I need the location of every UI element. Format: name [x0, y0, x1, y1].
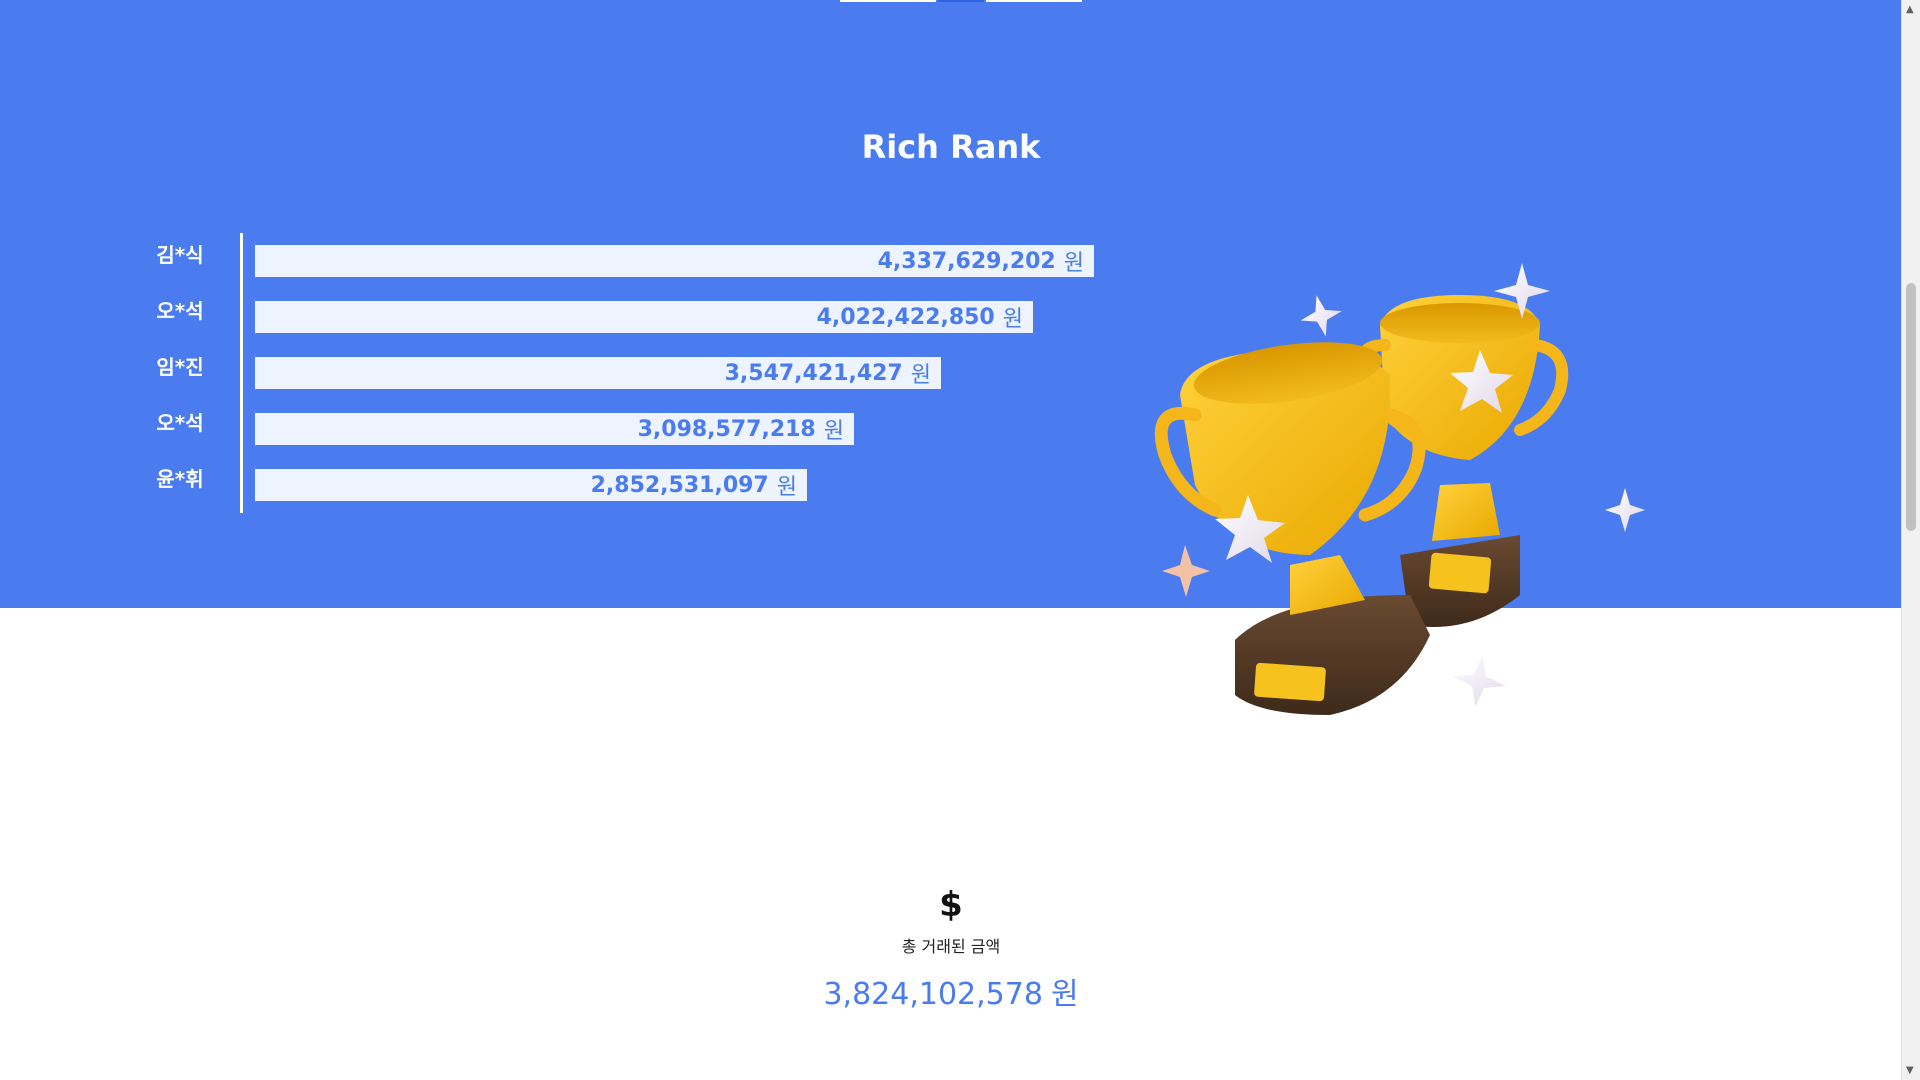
- section-title: Rich Rank: [861, 128, 1041, 166]
- rank-name: 오*석: [156, 411, 204, 435]
- rank-amount: 2,852,531,097: [590, 472, 769, 498]
- rank-row-3: 임*진 3,547,421,427 원: [0, 345, 1150, 389]
- top-tab-1[interactable]: [840, 0, 936, 2]
- scrollbar-thumb[interactable]: [1906, 283, 1916, 531]
- total-traded-amount: $ 총 거래된 금액 3,824,102,578 원: [0, 885, 1902, 1013]
- total-unit: 원: [1050, 977, 1079, 1012]
- total-amount: 3,824,102,578: [823, 977, 1043, 1012]
- total-value: 3,824,102,578 원: [0, 969, 1902, 1013]
- rank-amount: 4,337,629,202: [877, 248, 1056, 274]
- rank-row-2: 오*석 4,022,422,850 원: [0, 289, 1150, 333]
- rank-row-4: 오*석 3,098,577,218 원: [0, 401, 1150, 445]
- back-trophy: [1354, 295, 1569, 627]
- rank-row-5: 윤*휘 2,852,531,097 원: [0, 457, 1150, 501]
- top-tab-3[interactable]: [986, 0, 1082, 2]
- rank-bar: 3,098,577,218 원: [255, 413, 854, 445]
- rank-bar: 4,022,422,850 원: [255, 301, 1033, 333]
- rank-row-1: 김*식 4,337,629,202 원: [0, 233, 1150, 277]
- rank-unit: 원: [776, 475, 797, 500]
- trophies-illustration: [1140, 255, 1660, 735]
- rank-bar: 3,547,421,427 원: [255, 357, 941, 389]
- rank-unit: 원: [1002, 307, 1023, 332]
- vertical-scrollbar[interactable]: ▲ ▼: [1901, 0, 1920, 1080]
- rank-name: 임*진: [156, 355, 204, 379]
- rank-name: 오*석: [156, 299, 204, 323]
- rank-amount: 3,098,577,218: [637, 416, 816, 442]
- rank-bar: 4,337,629,202 원: [255, 245, 1094, 277]
- rank-name: 윤*휘: [156, 467, 204, 491]
- rank-unit: 원: [910, 363, 931, 388]
- scroll-up-arrow-icon[interactable]: ▲: [1906, 4, 1914, 15]
- rank-unit: 원: [1063, 251, 1084, 276]
- rank-bar: 2,852,531,097 원: [255, 469, 807, 501]
- rank-amount: 3,547,421,427: [724, 360, 903, 386]
- rank-unit: 원: [823, 419, 844, 444]
- front-trophy: [1154, 342, 1430, 715]
- total-label: 총 거래된 금액: [901, 937, 1001, 956]
- top-tab-2[interactable]: [938, 0, 984, 2]
- rank-name: 김*식: [156, 243, 204, 267]
- dollar-icon: $: [939, 885, 963, 925]
- scroll-down-arrow-icon[interactable]: ▼: [1906, 1065, 1914, 1076]
- rank-amount: 4,022,422,850: [816, 304, 995, 330]
